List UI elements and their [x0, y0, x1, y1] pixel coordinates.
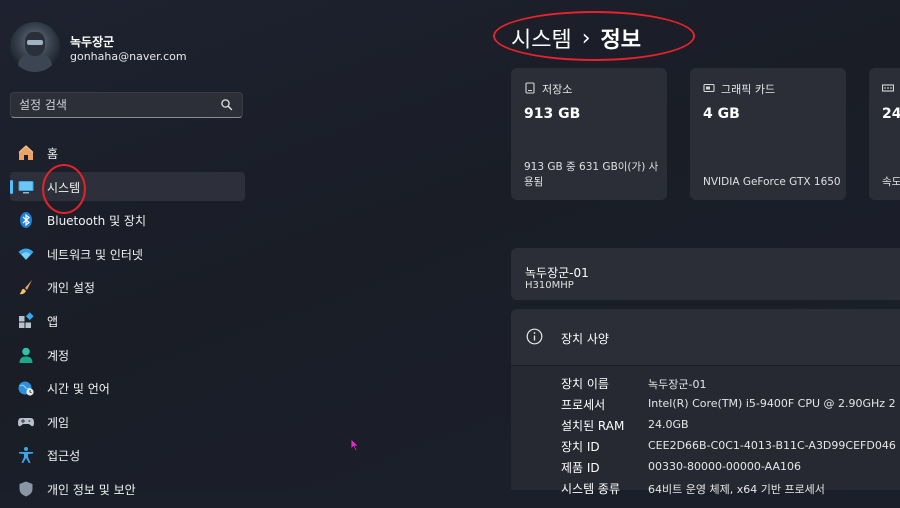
sidebar-item-accounts[interactable]: 계정: [10, 340, 245, 369]
device-name: 녹두장군-01: [525, 266, 589, 280]
device-specs-body: 장치 이름 녹두장군-01 프로세서 Intel(R) Core(TM) i5-…: [511, 366, 900, 496]
sidebar-item-time-language[interactable]: 시간 및 언어: [10, 373, 245, 402]
card-title: 저장소: [542, 83, 573, 96]
card-value: 4 GB: [703, 106, 740, 122]
page-title: 정보: [600, 28, 642, 53]
globe-clock-icon: [17, 379, 35, 397]
sidebar-item-label: 게임: [47, 415, 70, 430]
home-icon: [17, 144, 35, 162]
card-description: NVIDIA GeForce GTX 1650: [703, 176, 841, 188]
sidebar-item-gaming[interactable]: 게임: [10, 407, 245, 436]
sidebar-item-label: 개인 정보 및 보안: [47, 482, 136, 497]
sidebar-item-label: 계정: [47, 348, 70, 363]
monitor-icon: [17, 178, 35, 196]
mouse-cursor-icon: [350, 438, 360, 452]
card-value: 24.0: [882, 106, 900, 122]
sidebar-item-label: 홈: [47, 147, 59, 161]
info-icon: [526, 328, 543, 345]
sidebar-item-privacy[interactable]: 개인 정보 및 보안: [10, 474, 245, 503]
brush-icon: [17, 278, 35, 296]
card-description: 913 GB 중 631 GB이(가) 사용됨: [524, 161, 659, 188]
sidebar-item-label: 시간 및 언어: [47, 382, 110, 397]
card-title: 그래픽 카드: [721, 83, 776, 96]
spec-key: 장치 ID: [561, 440, 600, 454]
avatar: [10, 22, 60, 72]
spec-value: 24.0GB: [648, 418, 689, 431]
sidebar-item-apps[interactable]: 앱: [10, 306, 245, 335]
person-icon: [17, 346, 35, 364]
device-specs-title: 장치 사양: [561, 332, 609, 346]
ram-icon: [882, 84, 894, 92]
spec-key: 시스템 종류: [561, 482, 621, 496]
search-input[interactable]: [19, 97, 209, 113]
apps-icon: [17, 312, 35, 330]
shield-icon: [17, 480, 35, 498]
sidebar-item-bluetooth[interactable]: Bluetooth 및 장치: [10, 205, 245, 234]
sidebar-item-accessibility[interactable]: 접근성: [10, 440, 245, 469]
settings-search-box[interactable]: [10, 92, 243, 118]
gpu-icon: [703, 83, 715, 93]
user-profile[interactable]: 녹두장군 gonhaha@naver.com: [10, 22, 250, 72]
breadcrumb: 시스템 › 정보: [511, 22, 642, 53]
memory-card[interactable]: 24.0 속도: [869, 68, 900, 200]
card-description: 속도: [882, 176, 900, 188]
accessibility-icon: [17, 446, 35, 464]
sidebar-item-label: 접근성: [47, 449, 81, 464]
spec-value: Intel(R) Core(TM) i5-9400F CPU @ 2.90GHz…: [648, 397, 896, 410]
spec-key: 프로세서: [561, 398, 606, 412]
selection-indicator: [10, 179, 13, 194]
profile-name: 녹두장군: [70, 35, 115, 49]
spec-key: 설치된 RAM: [561, 419, 625, 433]
gamepad-icon: [17, 413, 35, 431]
storage-card[interactable]: 저장소 913 GB 913 GB 중 631 GB이(가) 사용됨: [511, 68, 667, 200]
sidebar-item-label: 네트워크 및 인터넷: [47, 247, 143, 262]
spec-value: 64비트 운영 체제, x64 기반 프로세서: [648, 483, 825, 496]
profile-email: gonhaha@naver.com: [70, 50, 187, 63]
sidebar-item-network[interactable]: 네트워크 및 인터넷: [10, 239, 245, 268]
sidebar-item-home[interactable]: 홈: [10, 138, 245, 167]
bluetooth-icon: [17, 211, 35, 229]
device-model: H310MHP: [525, 280, 574, 291]
spec-key: 장치 이름: [561, 377, 609, 391]
sidebar-item-personalization[interactable]: 개인 설정: [10, 272, 245, 301]
device-name-card[interactable]: 녹두장군-01 H310MHP: [511, 248, 900, 300]
storage-icon: [525, 82, 535, 94]
sidebar-item-label: 시스템: [47, 180, 81, 195]
sidebar-item-label: 개인 설정: [47, 281, 95, 296]
spec-key: 제품 ID: [561, 461, 600, 475]
spec-value: CEE2D66B-C0C1-4013-B11C-A3D99CEFD046: [648, 439, 896, 452]
breadcrumb-separator: ›: [581, 26, 591, 51]
spec-value: 녹두장군-01: [648, 378, 707, 391]
search-icon[interactable]: [220, 98, 234, 112]
sidebar-nav: 홈 시스템 Bluetooth 및 장치 네트워크 및 인터넷 개인 설정 앱: [10, 138, 245, 508]
sidebar-item-system[interactable]: 시스템: [10, 171, 245, 201]
device-specs-header[interactable]: 장치 사양: [511, 309, 900, 365]
breadcrumb-parent[interactable]: 시스템: [511, 28, 572, 53]
wifi-icon: [17, 245, 35, 263]
spec-value: 00330-80000-00000-AA106: [648, 460, 801, 473]
card-value: 913 GB: [524, 106, 581, 122]
sidebar-item-label: 앱: [47, 314, 59, 329]
graphics-card[interactable]: 그래픽 카드 4 GB NVIDIA GeForce GTX 1650: [690, 68, 846, 200]
sidebar-item-label: Bluetooth 및 장치: [47, 214, 147, 229]
